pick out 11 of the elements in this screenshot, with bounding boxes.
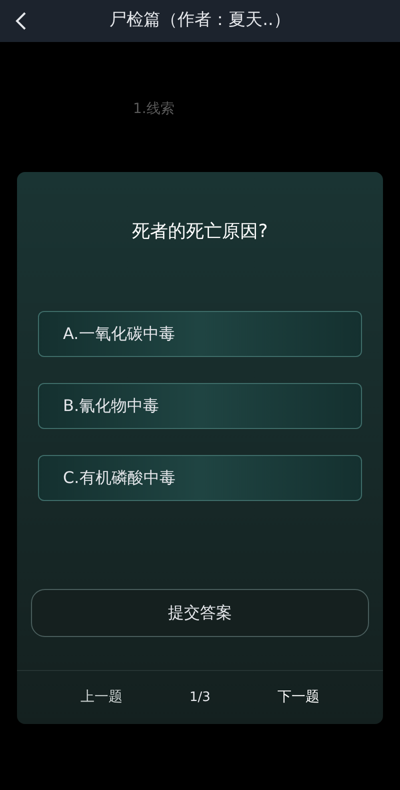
previous-question-button[interactable]: 上一题 (80, 687, 122, 708)
back-icon[interactable] (14, 11, 28, 31)
question-text: 死者的死亡原因? (132, 220, 268, 244)
submit-button[interactable]: 提交答案 (31, 589, 369, 637)
next-question-button[interactable]: 下一题 (277, 687, 320, 708)
clue-heading: 1.线索 (133, 101, 174, 117)
answer-option[interactable]: A.一氧化碳中毒 (38, 311, 362, 357)
answer-option[interactable]: B.氰化物中毒 (38, 383, 362, 429)
answer-option[interactable]: C.有机磷酸中毒 (38, 455, 362, 501)
page-counter: 1/3 (190, 688, 210, 707)
page-title: 尸检篇（作者：夏天..） (110, 9, 290, 32)
